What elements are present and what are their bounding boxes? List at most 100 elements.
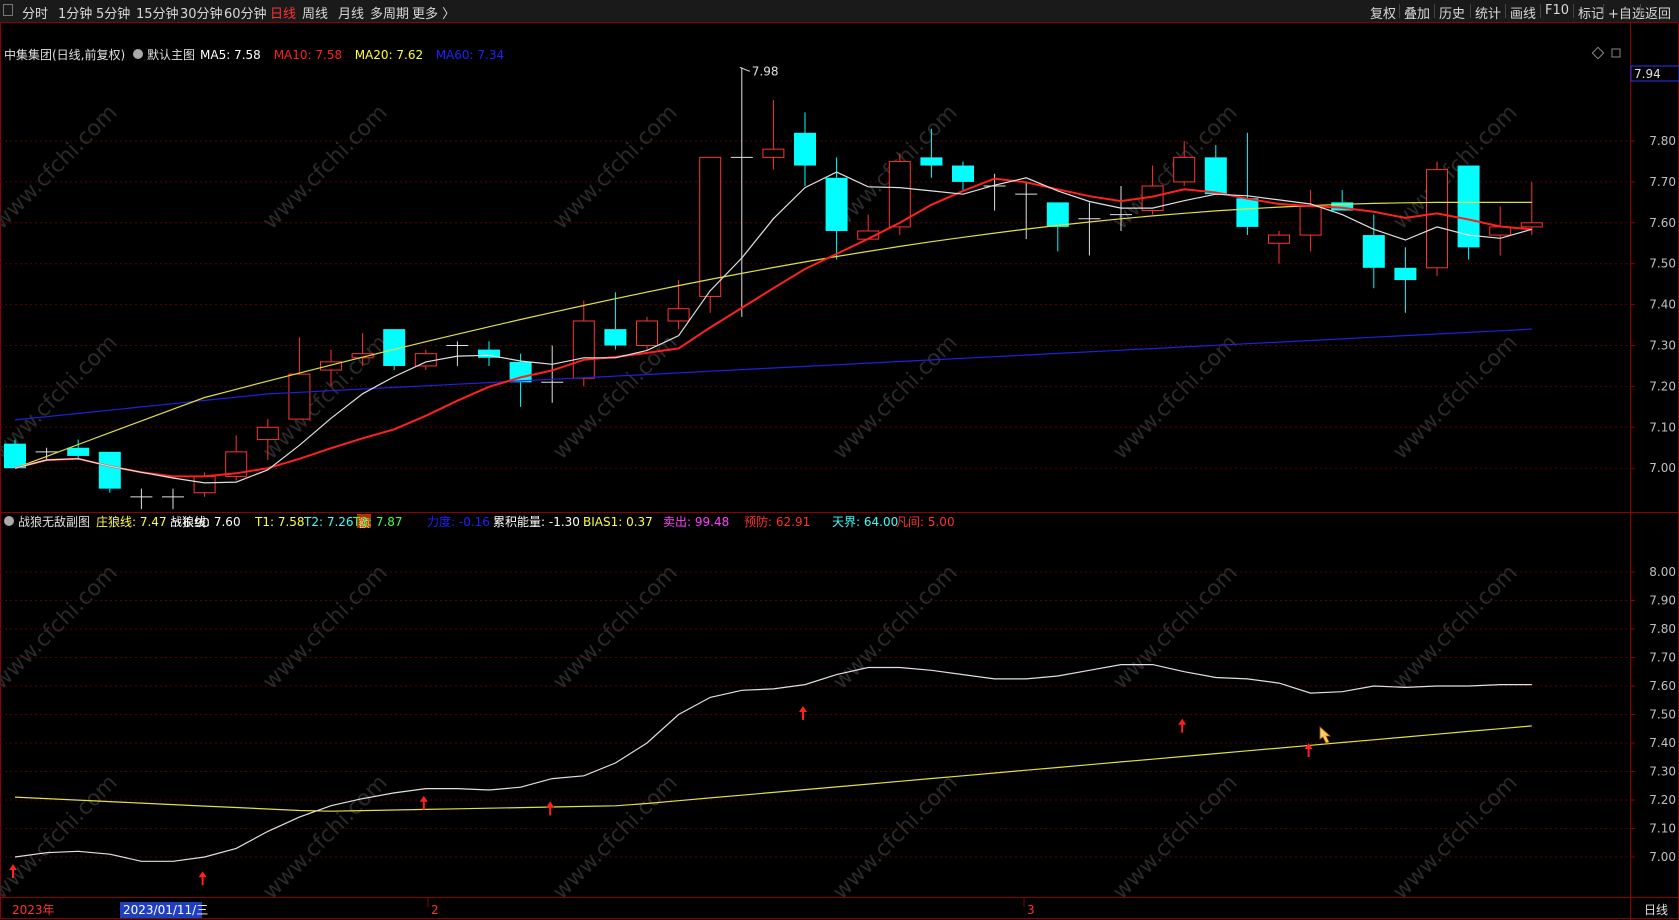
tab-1[interactable]: 1分钟: [58, 3, 92, 22]
toolbar-button-0[interactable]: 复权: [1370, 3, 1396, 22]
sub-indicator-toggle-icon[interactable]: [4, 516, 14, 526]
watermark: www.cfchi.com: [828, 770, 962, 904]
toolbar-separator: [1573, 4, 1574, 18]
watermark: www.cfchi.com: [548, 100, 682, 234]
candle-body: [193, 475, 216, 494]
tab-9[interactable]: 多周期: [370, 3, 409, 22]
toolbar-separator: [1505, 4, 1506, 18]
watermark: www.cfchi.com: [828, 560, 962, 694]
sub-indicator-name: 战狼无敌副图: [18, 514, 90, 529]
tab-6[interactable]: 日线: [270, 3, 296, 22]
candle-body: [794, 132, 816, 166]
indicator-toggle-icon[interactable]: [133, 49, 143, 59]
candle-body: [888, 160, 911, 228]
sub-param-label: 天界: 64.00: [832, 515, 898, 529]
candle-body: [1520, 222, 1543, 228]
toolbar-button-5[interactable]: F10: [1545, 3, 1569, 18]
toolbar-button-1[interactable]: 叠加: [1404, 3, 1430, 22]
price-axis-label: 7.40: [1649, 298, 1676, 312]
price-axis-label: 7.30: [1649, 339, 1676, 353]
tab-4[interactable]: 30分钟: [180, 3, 223, 22]
toolbar-separator: [1640, 4, 1641, 18]
ma-legend: MA20: 7.62: [355, 48, 423, 62]
candle-body: [1046, 202, 1069, 227]
toolbar-separator: [1540, 4, 1541, 18]
toolbar-button-4[interactable]: 画线: [1510, 3, 1536, 22]
tab-0[interactable]: 分时: [22, 3, 48, 22]
sub-axis-label: 7.70: [1649, 651, 1676, 665]
high-price-label: 7.98: [752, 64, 779, 78]
sub-axis-label: 7.80: [1649, 622, 1676, 636]
square-icon[interactable]: [1611, 48, 1621, 58]
zhuanglang-line: [14, 725, 1532, 812]
candle-body: [762, 148, 785, 158]
stock-chart[interactable]: www.cfchi.com www.cfchi.com www.cfchi.com w…: [0, 22, 1679, 920]
tab-2[interactable]: 5分钟: [96, 3, 130, 22]
watermark: www.cfchi.com: [548, 560, 682, 694]
watermark: www.cfchi.com: [1388, 100, 1522, 234]
price-axis-label: 7.00: [1649, 461, 1676, 475]
buy-arrow-icon: [419, 795, 428, 810]
tab-8[interactable]: 月线: [338, 3, 364, 22]
candle-body: [699, 156, 722, 297]
buy-arrow-icon: [799, 705, 807, 720]
year-label: 2023年: [12, 903, 55, 917]
watermark: www.cfchi.com: [258, 330, 392, 464]
buy-arrow-icon: [1178, 718, 1187, 733]
price-axis-label: 7.50: [1649, 257, 1676, 271]
watermark: www.cfchi.com: [828, 330, 962, 464]
watermark: www.cfchi.com: [0, 560, 123, 694]
watermark: www.cfchi.com: [1108, 560, 1242, 694]
sub-param-label: 卖出: 99.48: [663, 515, 729, 529]
toolbar-button-6[interactable]: 标记: [1578, 3, 1604, 22]
candle-body: [667, 308, 690, 322]
candle-body: [256, 426, 279, 441]
sub-axis-label: 7.60: [1649, 679, 1676, 693]
period-label: 日线: [1644, 903, 1668, 917]
toolbar-separator: [1434, 4, 1435, 18]
watermark: www.cfchi.com: [1388, 560, 1522, 694]
buy-arrow-icon: [546, 801, 555, 816]
toolbar-button-8[interactable]: 返回: [1645, 3, 1671, 22]
candle-body: [1362, 235, 1385, 268]
tab-7[interactable]: 周线: [302, 3, 328, 22]
candle-body: [920, 157, 943, 166]
main-indicator-name: 默认主图: [147, 47, 195, 62]
candle-body: [288, 373, 311, 420]
watermark: www.cfchi.com: [0, 100, 123, 234]
watermark: www.cfchi.com: [0, 770, 123, 904]
toolbar-button-2[interactable]: 历史: [1439, 3, 1465, 22]
sub-param-label: 凡间: 5.00: [896, 515, 955, 529]
hand-cursor-icon: [1319, 726, 1332, 744]
price-axis-label: 7.20: [1649, 379, 1676, 393]
toolbar-separator: [1603, 4, 1604, 18]
candle-body: [1268, 234, 1290, 244]
period-toolbar: 分时 1分钟 5分钟 15分钟 30分钟 60分钟 日线 周线 月线 多周期 更多 〉 复权 叠加 历史统…: [0, 0, 1679, 23]
watermark: www.cfchi.com: [1108, 770, 1242, 904]
menu-icon[interactable]: [3, 4, 13, 16]
diamond-icon[interactable]: [1591, 46, 1605, 60]
candle-body: [636, 320, 658, 346]
candle-body: [1173, 156, 1196, 183]
toolbar-button-3[interactable]: 统计: [1475, 3, 1501, 22]
watermark: www.cfchi.com: [1388, 770, 1522, 904]
sub-param-label: T1: 7.58: [254, 515, 305, 529]
price-axis-label: 7.80: [1649, 134, 1676, 148]
price-axis-label: 7.70: [1649, 175, 1676, 189]
price-axis-label: 7.60: [1649, 216, 1676, 230]
candle-body: [825, 177, 848, 231]
toolbar-separator: [1470, 4, 1471, 18]
watermark: www.cfchi.com: [258, 100, 392, 234]
sub-param-label: BIAS1: 0.37: [583, 515, 653, 529]
tab-5[interactable]: 60分钟: [224, 3, 267, 22]
tab-3[interactable]: 15分钟: [136, 3, 179, 22]
ma-legend: MA10: 7.58: [274, 48, 342, 62]
tab-10[interactable]: 更多 〉: [412, 3, 455, 22]
candle-body: [1426, 169, 1448, 269]
sub-axis-label: 7.10: [1649, 822, 1676, 836]
candle-body: [1236, 198, 1259, 227]
sub-axis-label: 7.00: [1649, 850, 1676, 864]
candle-body: [4, 443, 26, 469]
toolbar-separator: [1399, 4, 1400, 18]
sub-param-label: 战狼线: 7.60: [170, 514, 241, 529]
